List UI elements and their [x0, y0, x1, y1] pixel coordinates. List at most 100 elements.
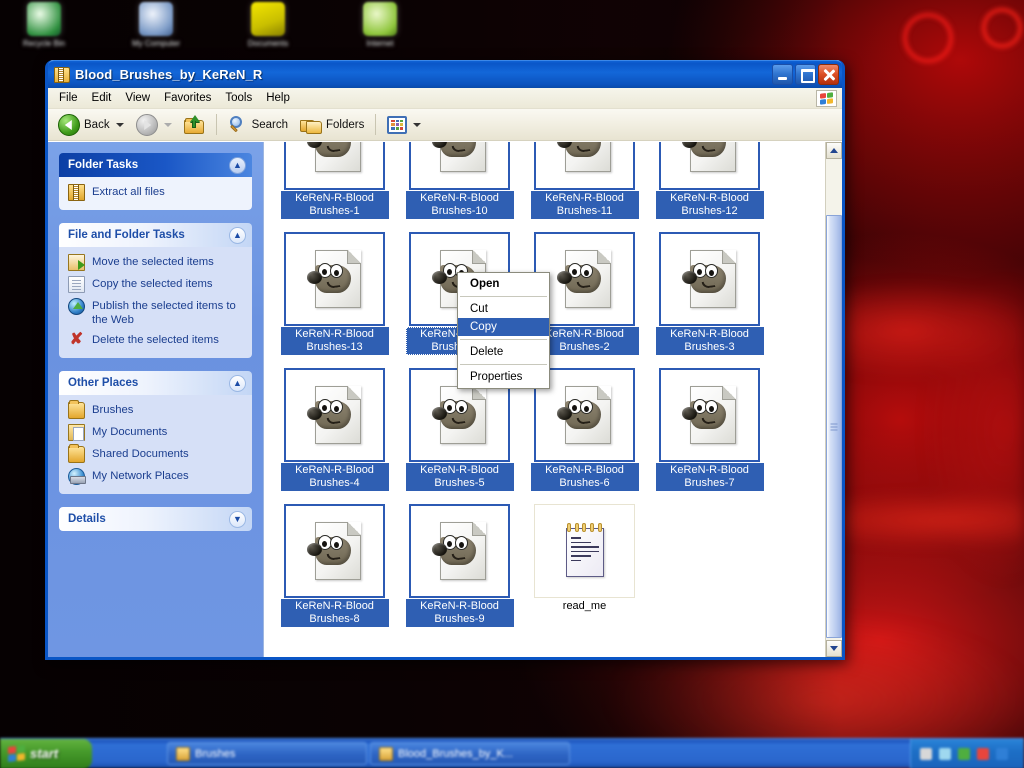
views-button[interactable] [382, 114, 426, 136]
taskbar-button[interactable]: Brushes [167, 742, 367, 765]
panel-details-header[interactable]: Details ▼ [59, 507, 252, 532]
menu-favorites[interactable]: Favorites [157, 90, 218, 106]
taskbar-button-label: Brushes [195, 747, 236, 760]
search-label: Search [251, 118, 289, 131]
place-my-network-places[interactable]: My Network Places [68, 468, 243, 486]
context-menu-item-delete[interactable]: Delete [458, 343, 549, 361]
file-item[interactable]: KeReN-R-Blood Brushes-11 [522, 142, 647, 219]
desktop-icon-label: Recycle Bin [22, 39, 66, 48]
file-thumbnail [659, 232, 760, 326]
search-button[interactable]: Search [223, 113, 293, 137]
place-brushes[interactable]: Brushes [68, 400, 243, 420]
menu-view[interactable]: View [118, 90, 157, 106]
panel-folder-tasks-header[interactable]: Folder Tasks ▲ [59, 153, 252, 177]
panel-other-places-header[interactable]: Other Places ▲ [59, 371, 252, 396]
views-icon [387, 115, 408, 134]
file-item[interactable]: KeReN-R-Blood Brushes-4 [272, 368, 397, 491]
tray-icon[interactable] [958, 747, 970, 760]
vertical-scrollbar[interactable] [825, 142, 842, 657]
gimp-brush-file-icon [306, 142, 363, 174]
tray-icon[interactable] [939, 747, 951, 760]
expand-chevron-down-icon[interactable]: ▼ [229, 510, 246, 528]
desktop-icon[interactable]: Documents [232, 2, 304, 48]
panel-other-places-body: Brushes My Documents Shared Documents My… [59, 395, 252, 495]
collapse-chevron-up-icon[interactable]: ▲ [229, 156, 246, 174]
file-item[interactable]: read_me [522, 504, 647, 627]
menu-tools[interactable]: Tools [218, 90, 259, 106]
file-thumbnail [284, 504, 385, 598]
tray-icon[interactable] [996, 747, 1008, 760]
scroll-down-button[interactable] [826, 640, 842, 657]
file-label: read_me [562, 600, 607, 612]
file-label: KeReN-R-Blood Brushes-5 [405, 463, 514, 491]
panel-file-tasks-body: Move the selected items Copy the selecte… [59, 247, 252, 359]
context-menu-item-open[interactable]: Open [458, 275, 549, 293]
file-item[interactable]: KeReN-R-Blood Brushes-7 [647, 368, 772, 491]
file-item[interactable]: KeReN-R-Blood Brushes-12 [647, 142, 772, 219]
back-button[interactable]: Back [53, 112, 129, 138]
panel-file-tasks-header[interactable]: File and Folder Tasks ▲ [59, 223, 252, 247]
context-menu-item-copy[interactable]: Copy [458, 318, 549, 336]
file-label: KeReN-R-Blood Brushes-8 [280, 599, 389, 627]
menu-file[interactable]: File [52, 90, 85, 106]
maximize-button[interactable] [795, 64, 816, 85]
file-item[interactable]: KeReN-R-Blood Brushes-9 [397, 504, 522, 627]
file-thumbnail [284, 142, 385, 190]
minimize-button[interactable] [772, 64, 793, 85]
menu-help[interactable]: Help [259, 90, 297, 106]
task-publish-to-web[interactable]: Publish the selected items to the Web [68, 298, 243, 327]
title-bar[interactable]: Blood_Brushes_by_KeReN_R [48, 60, 842, 88]
task-label: Move the selected items [92, 256, 214, 268]
scrollbar-track[interactable] [826, 159, 842, 640]
context-menu-item-properties[interactable]: Properties [458, 368, 549, 386]
forward-dropdown-icon[interactable] [163, 122, 172, 127]
gimp-brush-file-icon [556, 384, 613, 446]
close-button[interactable] [818, 64, 839, 85]
collapse-chevron-up-icon[interactable]: ▲ [229, 226, 246, 244]
file-item[interactable]: KeReN-R-Blood Brushes-13 [272, 232, 397, 355]
file-item[interactable]: KeReN-R-Blood Brushes-1 [272, 142, 397, 219]
scrollbar-thumb[interactable] [826, 215, 842, 638]
file-item[interactable]: KeReN-R-Blood Brushes-3 [647, 232, 772, 355]
back-dropdown-icon[interactable] [115, 122, 124, 127]
tray-icon[interactable] [977, 747, 989, 760]
folders-button[interactable]: Folders [295, 113, 369, 136]
context-menu-item-cut[interactable]: Cut [458, 300, 549, 318]
place-my-documents[interactable]: My Documents [68, 424, 243, 442]
task-copy-selected-items[interactable]: Copy the selected items [68, 276, 243, 293]
panel-file-and-folder-tasks: File and Folder Tasks ▲ Move the selecte… [59, 223, 252, 359]
place-label: My Documents [92, 426, 168, 439]
folder-icon [68, 444, 85, 464]
task-move-selected-items[interactable]: Move the selected items [68, 254, 243, 271]
start-button[interactable]: start [0, 738, 92, 768]
forward-arrow-icon [135, 113, 158, 136]
context-menu-separator [460, 339, 547, 340]
menu-bar: File Edit View Favorites Tools Help [48, 88, 842, 109]
desktop-icon[interactable]: Recycle Bin [8, 2, 80, 48]
desktop-icon-label: Internet [366, 39, 394, 48]
task-extract-all-files[interactable]: Extract all files [68, 184, 243, 201]
menu-edit[interactable]: Edit [85, 90, 119, 106]
context-menu-separator [460, 364, 547, 365]
gimp-brush-file-icon [681, 384, 738, 446]
file-item[interactable]: KeReN-R-Blood Brushes-8 [272, 504, 397, 627]
place-shared-documents[interactable]: Shared Documents [68, 444, 243, 464]
taskbar-button[interactable]: Blood_Brushes_by_K... [370, 742, 570, 765]
task-label: Copy the selected items [92, 278, 213, 290]
desktop-icon[interactable]: My Computer [120, 2, 192, 48]
file-list-pane[interactable]: KeReN-R-Blood Brushes-1 KeReN-R-Blood Br… [263, 142, 842, 657]
up-button[interactable] [179, 113, 210, 136]
move-icon [68, 254, 85, 271]
file-label: KeReN-R-Blood Brushes-10 [405, 191, 514, 219]
start-label: start [30, 746, 59, 761]
desktop-icon[interactable]: Internet [344, 2, 416, 48]
file-label: KeReN-R-Blood Brushes-6 [530, 463, 639, 491]
tray-icon[interactable] [920, 747, 932, 760]
file-item[interactable]: KeReN-R-Blood Brushes-10 [397, 142, 522, 219]
taskbar: start Brushes Blood_Brushes_by_K... [0, 738, 1024, 768]
views-dropdown-icon[interactable] [413, 122, 422, 127]
task-delete-selected-items[interactable]: ✘ Delete the selected items [68, 332, 243, 349]
forward-button[interactable] [131, 112, 177, 138]
scroll-up-button[interactable] [826, 142, 842, 159]
collapse-chevron-up-icon[interactable]: ▲ [229, 374, 246, 392]
